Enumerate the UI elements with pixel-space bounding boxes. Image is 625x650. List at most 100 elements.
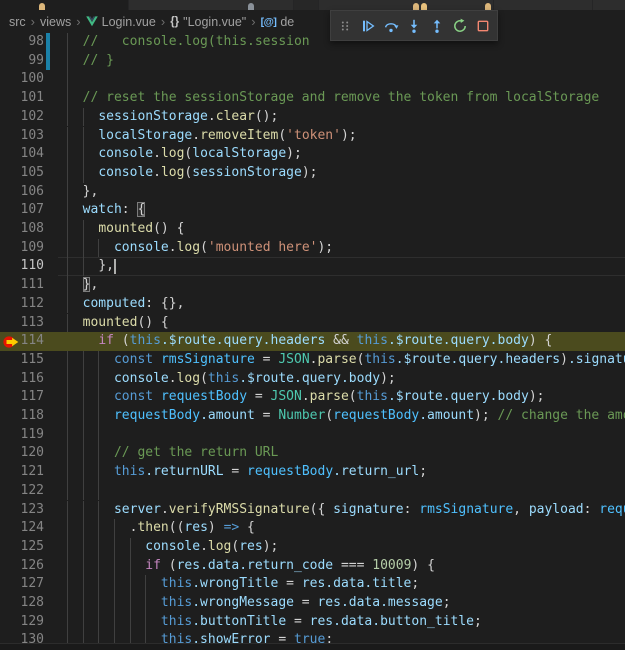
- indent-guide: [67, 482, 68, 501]
- indent-guide: [83, 426, 84, 445]
- breadcrumb-label: src: [9, 15, 26, 29]
- line-number[interactable]: 102: [0, 108, 44, 127]
- line-number[interactable]: 101: [0, 89, 44, 108]
- editor-tab[interactable]: [592, 0, 625, 10]
- code-text: computed: {},: [67, 295, 184, 314]
- code-text: localStorage.removeItem('token');: [67, 127, 357, 146]
- line-number[interactable]: 129: [0, 613, 44, 632]
- code-line: 120 // get the return URL: [0, 444, 625, 463]
- code-line: 106 },: [0, 183, 625, 202]
- breadcrumb-label: views: [40, 15, 71, 29]
- line-number[interactable]: 123: [0, 501, 44, 520]
- editor-tab-active[interactable]: [0, 0, 128, 10]
- tab-file-icon: [485, 3, 491, 10]
- line-number[interactable]: 112: [0, 295, 44, 314]
- breadcrumb-label: "Login.vue": [183, 15, 246, 29]
- line-number[interactable]: 98: [0, 33, 44, 52]
- line-number[interactable]: 125: [0, 538, 44, 557]
- code-text: mounted() {: [67, 220, 184, 239]
- line-number[interactable]: 104: [0, 145, 44, 164]
- code-text: console.log(res);: [67, 538, 278, 557]
- gutter-modified-indicator: [46, 33, 50, 52]
- line-number[interactable]: 121: [0, 463, 44, 482]
- tab-file-icon: [39, 3, 45, 10]
- editor-tab[interactable]: [493, 0, 592, 10]
- breadcrumb: src›views›Login.vue›{}"Login.vue"›[@]de: [0, 10, 625, 33]
- line-number[interactable]: 122: [0, 482, 44, 501]
- line-number[interactable]: 110: [0, 257, 44, 276]
- breadcrumb-separator-icon: ›: [76, 14, 80, 29]
- breadcrumb-item[interactable]: [@]de: [261, 15, 295, 29]
- code-text: console.log('mounted here');: [67, 239, 333, 258]
- code-text: this.buttonTitle = res.data.button_title…: [67, 613, 482, 632]
- breadcrumb-item[interactable]: {} "Login.vue": [170, 15, 246, 29]
- tab-file-icon: [421, 3, 427, 10]
- code-text: const requestBody = JSON.parse(this.$rou…: [67, 388, 544, 407]
- at-symbol-icon: [@]: [261, 16, 277, 28]
- braces-icon: {}: [170, 16, 179, 28]
- code-line: 102 sessionStorage.clear();: [0, 108, 625, 127]
- debug-step-into-button[interactable]: [403, 13, 426, 39]
- line-number[interactable]: 126: [0, 557, 44, 576]
- code-line: 109 console.log('mounted here');: [0, 239, 625, 258]
- code-text: if (res.data.return_code === 10009) {: [67, 557, 435, 576]
- toolbar-drag-handle[interactable]: [334, 13, 357, 39]
- line-number[interactable]: 124: [0, 519, 44, 538]
- line-number[interactable]: 120: [0, 444, 44, 463]
- breadcrumb-item[interactable]: src: [9, 15, 26, 29]
- code-text: mounted() {: [67, 314, 169, 333]
- line-number[interactable]: 108: [0, 220, 44, 239]
- code-line: 100: [0, 70, 625, 89]
- line-number[interactable]: 115: [0, 351, 44, 370]
- tab-file-icon: [413, 3, 419, 10]
- line-number[interactable]: 128: [0, 594, 44, 613]
- code-text: server.verifyRMSSignature({ signature: r…: [67, 501, 625, 520]
- line-number[interactable]: 111: [0, 276, 44, 295]
- line-number[interactable]: 117: [0, 388, 44, 407]
- editor-window: 98 // console.log(this.session99 // }100…: [0, 0, 625, 650]
- line-number[interactable]: 100: [0, 70, 44, 89]
- breadcrumb-item[interactable]: Login.vue: [86, 15, 156, 29]
- line-number[interactable]: 119: [0, 426, 44, 445]
- code-line: 125 console.log(res);: [0, 538, 625, 557]
- debug-continue-button[interactable]: [357, 13, 380, 39]
- editor-tab[interactable]: [293, 0, 318, 10]
- indent-guide: [98, 482, 99, 501]
- line-number[interactable]: 107: [0, 201, 44, 220]
- code-text: sessionStorage.clear();: [67, 108, 278, 127]
- tab-bar[interactable]: [0, 0, 625, 10]
- code-text: console.log(this.$route.query.body);: [67, 370, 396, 389]
- line-number[interactable]: 118: [0, 407, 44, 426]
- code-text: // get the return URL: [67, 444, 278, 463]
- line-number[interactable]: 113: [0, 314, 44, 333]
- debug-step-out-button[interactable]: [425, 13, 448, 39]
- line-number[interactable]: 109: [0, 239, 44, 258]
- code-text: watch: {: [67, 201, 145, 220]
- line-number[interactable]: 127: [0, 575, 44, 594]
- code-text: },: [67, 183, 98, 202]
- code-line: 107 watch: {: [0, 201, 625, 220]
- indent-guide: [98, 426, 99, 445]
- code-line: 119: [0, 426, 625, 445]
- line-number[interactable]: 105: [0, 164, 44, 183]
- code-line: 127 this.wrongTitle = res.data.title;: [0, 575, 625, 594]
- code-text: // reset the sessionStorage and remove t…: [67, 89, 599, 108]
- code-text: console.log(sessionStorage);: [67, 164, 317, 183]
- debug-restart-button[interactable]: [448, 13, 471, 39]
- code-text: this.wrongTitle = res.data.title;: [67, 575, 419, 594]
- line-number[interactable]: 103: [0, 127, 44, 146]
- code-line: 104 console.log(localStorage);: [0, 145, 625, 164]
- line-number[interactable]: 116: [0, 370, 44, 389]
- breadcrumb-item[interactable]: views: [40, 15, 71, 29]
- debug-stop-button[interactable]: [471, 13, 494, 39]
- text-cursor: [114, 259, 116, 274]
- line-number[interactable]: 106: [0, 183, 44, 202]
- editor-tab[interactable]: [128, 0, 293, 10]
- code-line: 121 this.returnURL = requestBody.return_…: [0, 463, 625, 482]
- indent-guide: [67, 70, 68, 89]
- editor-tab[interactable]: [318, 0, 493, 10]
- line-number[interactable]: 99: [0, 52, 44, 71]
- code-line: 111 },: [0, 276, 625, 295]
- debug-step-over-button[interactable]: [380, 13, 403, 39]
- code-area[interactable]: 98 // console.log(this.session99 // }100…: [0, 0, 625, 650]
